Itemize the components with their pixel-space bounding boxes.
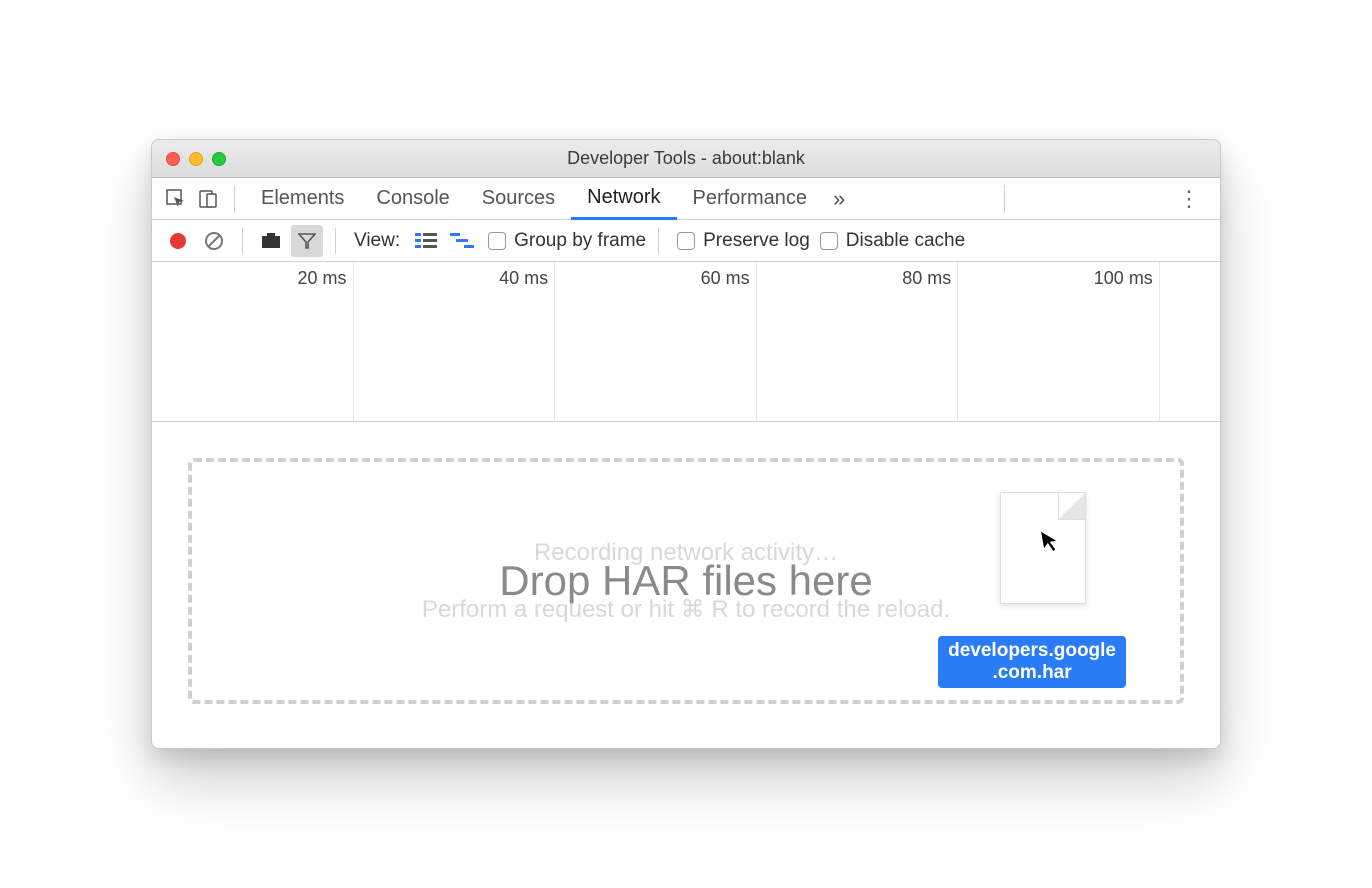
timeline-overview[interactable]: 20 ms 40 ms 60 ms 80 ms 100 ms <box>152 262 1220 422</box>
minimize-window-button[interactable] <box>189 152 203 166</box>
tab-elements[interactable]: Elements <box>245 178 360 220</box>
filename-line2: .com.har <box>992 662 1071 683</box>
group-by-frame-option[interactable]: Group by frame <box>488 230 646 252</box>
har-drop-zone[interactable]: Recording network activity… Perform a re… <box>188 458 1184 704</box>
divider <box>658 228 659 254</box>
timeline-tick: 100 ms <box>1094 268 1153 289</box>
checkbox-icon[interactable] <box>820 232 838 250</box>
capture-screenshots-icon[interactable] <box>255 225 287 257</box>
timeline-tick: 20 ms <box>298 268 347 289</box>
network-content-area: Recording network activity… Perform a re… <box>152 422 1220 748</box>
checkbox-icon[interactable] <box>677 232 695 250</box>
tab-sources[interactable]: Sources <box>466 178 571 220</box>
view-label: View: <box>354 230 400 252</box>
record-button[interactable] <box>162 225 194 257</box>
tab-performance[interactable]: Performance <box>677 178 824 220</box>
checkbox-icon[interactable] <box>488 232 506 250</box>
network-toolbar: View: Group by frame Preserve log Disabl… <box>152 220 1220 262</box>
filename-line1: developers.google <box>948 640 1116 661</box>
filter-icon[interactable] <box>291 225 323 257</box>
more-tabs-button[interactable]: » <box>823 186 855 212</box>
timeline-tick: 40 ms <box>499 268 548 289</box>
disable-cache-label: Disable cache <box>846 230 965 252</box>
kebab-menu-icon[interactable]: ⋮ <box>1164 186 1212 212</box>
preserve-log-label: Preserve log <box>703 230 810 252</box>
window-title: Developer Tools - about:blank <box>567 148 805 169</box>
disable-cache-option[interactable]: Disable cache <box>820 230 965 252</box>
maximize-window-button[interactable] <box>212 152 226 166</box>
timeline-tick: 60 ms <box>701 268 750 289</box>
divider <box>234 185 235 213</box>
waterfall-overview-icon[interactable] <box>446 225 478 257</box>
clear-button[interactable] <box>198 225 230 257</box>
timeline-tick: 80 ms <box>902 268 951 289</box>
divider <box>335 228 336 254</box>
close-window-button[interactable] <box>166 152 180 166</box>
device-toggle-icon[interactable] <box>192 183 224 215</box>
divider <box>242 228 243 254</box>
window-controls <box>166 152 226 166</box>
devtools-window: Developer Tools - about:blank Elements C… <box>151 139 1221 749</box>
large-rows-icon[interactable] <box>410 225 442 257</box>
preserve-log-option[interactable]: Preserve log <box>677 230 810 252</box>
tab-network[interactable]: Network <box>571 178 676 220</box>
inspect-element-icon[interactable] <box>160 183 192 215</box>
group-by-frame-label: Group by frame <box>514 230 646 252</box>
tab-console[interactable]: Console <box>360 178 465 220</box>
tab-bar: Elements Console Sources Network Perform… <box>152 178 1220 220</box>
dragged-file-label: developers.google .com.har <box>938 636 1126 688</box>
titlebar: Developer Tools - about:blank <box>152 140 1220 178</box>
divider <box>1004 185 1005 213</box>
dragged-file-icon <box>1000 492 1086 604</box>
